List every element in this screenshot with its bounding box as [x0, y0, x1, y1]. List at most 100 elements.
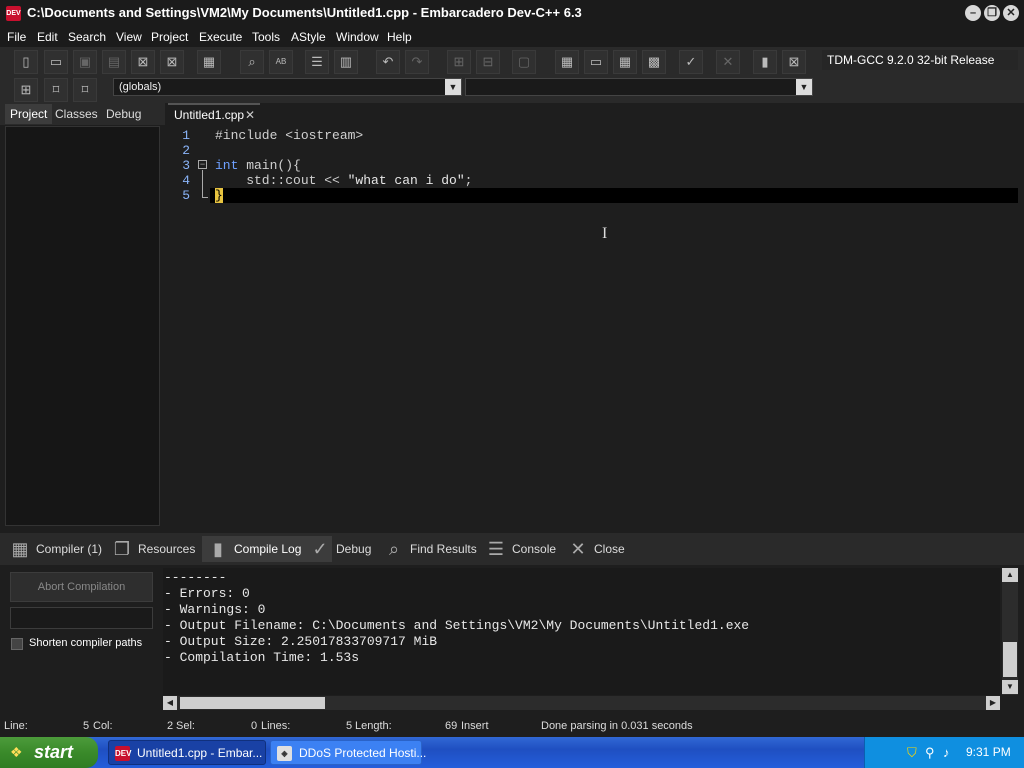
restore-button[interactable]: ❐ — [984, 5, 1000, 21]
chevron-down-icon[interactable]: ▼ — [445, 79, 461, 95]
log-line: - Output Size: 2.25017833709717 MiB — [164, 634, 438, 649]
stop-execution-icon[interactable]: ✕ — [716, 50, 740, 74]
close-window-button[interactable]: ✕ — [1003, 5, 1019, 21]
status-col-value: 2 — [167, 720, 174, 732]
tab-classes[interactable]: Classes — [50, 104, 103, 124]
log-line: - Errors: 0 — [164, 586, 250, 601]
replace-icon[interactable]: AB — [269, 50, 293, 74]
line-number: 2 — [182, 143, 190, 158]
chart-icon: ▮ — [213, 539, 223, 559]
status-length-label: Length: — [355, 720, 392, 732]
clock: 9:31 PM — [966, 745, 1011, 759]
scroll-left-icon[interactable]: ◀ — [163, 696, 177, 710]
status-lines-value: 5 — [346, 720, 353, 732]
taskbar-devcpp-label: Untitled1.cpp - Embar... — [137, 746, 263, 760]
scroll-up-icon[interactable]: ▲ — [1002, 568, 1018, 582]
rebuild-icon[interactable]: ▩ — [642, 50, 666, 74]
print-icon[interactable]: ▦ — [197, 50, 221, 74]
menu-edit[interactable]: Edit — [37, 30, 58, 44]
status-length-value: 69 — [445, 720, 458, 732]
tab-project[interactable]: Project — [5, 104, 53, 124]
delete-profile-icon[interactable]: ⊠ — [782, 50, 806, 74]
devcpp-app-icon[interactable]: DEV — [6, 6, 21, 21]
compile-run-icon[interactable]: ▦ — [613, 50, 637, 74]
globals-select[interactable]: (globals) — [113, 78, 462, 96]
toggle-comment-icon[interactable]: ▥ — [334, 50, 358, 74]
code-main-signature: main(){ — [238, 158, 301, 173]
check-icon: ✓ — [312, 539, 328, 559]
menu-astyle[interactable]: AStyle — [291, 30, 326, 44]
tab-console-label: Console — [512, 542, 557, 556]
indent-icon[interactable]: ☰ — [305, 50, 329, 74]
code-semicolon: ; — [464, 173, 473, 188]
status-lines-label: Lines: — [261, 720, 291, 732]
syntax-check-icon[interactable]: ✓ — [679, 50, 703, 74]
chevron-down-icon[interactable]: ▼ — [796, 79, 812, 95]
log-line: - Compilation Time: 1.53s — [164, 650, 360, 665]
status-bar — [0, 716, 1024, 736]
save-icon[interactable]: ▣ — [73, 50, 97, 74]
horizontal-scroll-thumb[interactable] — [180, 697, 325, 709]
windows-flag-icon: ❖ — [10, 744, 23, 760]
bookmark-icon[interactable]: ⌑ — [44, 78, 68, 102]
volume-icon[interactable]: ♪ — [943, 745, 950, 760]
code-line-4: std::cout << "what can i do"; — [215, 173, 472, 188]
menu-project[interactable]: Project — [151, 30, 188, 44]
close-icon[interactable]: ✕ — [245, 108, 255, 122]
shorten-paths-checkbox[interactable] — [11, 638, 23, 650]
project-tree[interactable] — [5, 126, 160, 526]
remove-from-project-icon[interactable]: ⊟ — [476, 50, 500, 74]
taskbar-devcpp[interactable]: DEV Untitled1.cpp - Embar... — [108, 740, 266, 765]
menu-tools[interactable]: Tools — [252, 30, 280, 44]
code-cout: std::cout << — [215, 173, 348, 188]
menu-window[interactable]: Window — [336, 30, 379, 44]
close-all-icon[interactable]: ⊠ — [160, 50, 184, 74]
scroll-right-icon[interactable]: ▶ — [986, 696, 1000, 710]
profile-icon[interactable]: ▮ — [753, 50, 777, 74]
line-number: 5 — [182, 188, 190, 203]
members-select[interactable] — [465, 78, 813, 96]
close-panel-button[interactable]: ✕ Close — [562, 536, 660, 562]
open-folder-icon[interactable]: ▭ — [44, 50, 68, 74]
run-icon[interactable]: ▭ — [584, 50, 608, 74]
vertical-scroll-thumb[interactable] — [1003, 642, 1017, 677]
keyword-int: int — [215, 158, 239, 173]
code-string-literal: "what can i do" — [347, 173, 465, 188]
search-icon: ⌕ — [388, 539, 400, 559]
scroll-down-icon[interactable]: ▼ — [1002, 680, 1018, 694]
line-number: 4 — [182, 173, 190, 188]
find-icon[interactable]: ⌕ — [240, 50, 264, 74]
window-title: C:\Documents and Settings\VM2\My Documen… — [27, 5, 582, 20]
project-options-icon[interactable]: ▢ — [512, 50, 536, 74]
tab-resources-label: Resources — [138, 542, 196, 556]
line-number: 1 — [182, 128, 190, 143]
bookmarks-icon[interactable]: ⌑ — [73, 78, 97, 102]
menu-search[interactable]: Search — [68, 30, 106, 44]
text-cursor-icon: I — [602, 225, 608, 242]
taskbar-browser[interactable]: ◈ DDoS Protected Hosti... — [270, 740, 426, 765]
tab-debug-label: Debug — [336, 542, 372, 556]
line-number: 3 — [182, 158, 190, 173]
abort-compilation-button[interactable]: Abort Compilation — [10, 572, 153, 602]
new-file-icon[interactable]: ▯ — [14, 50, 38, 74]
menu-file[interactable]: File — [7, 30, 26, 44]
network-icon[interactable]: ⚲ — [925, 745, 935, 761]
tab-debug[interactable]: Debug — [101, 104, 146, 124]
minimize-button[interactable]: – — [965, 5, 981, 21]
undo-icon[interactable]: ↶ — [376, 50, 400, 74]
close-file-icon[interactable]: ⊠ — [131, 50, 155, 74]
menu-execute[interactable]: Execute — [199, 30, 242, 44]
fold-toggle-icon[interactable]: − — [198, 160, 207, 169]
compile-icon[interactable]: ▦ — [555, 50, 579, 74]
status-sel-value: 0 — [251, 720, 258, 732]
redo-icon[interactable]: ↷ — [405, 50, 429, 74]
save-all-icon[interactable]: ▤ — [102, 50, 126, 74]
security-shield-icon[interactable]: ⛉ — [907, 745, 917, 761]
add-to-project-icon[interactable]: ⊞ — [447, 50, 471, 74]
goto-icon[interactable]: ⊞ — [14, 78, 38, 102]
compiler-select[interactable]: TDM-GCC 9.2.0 32-bit Release — [822, 50, 1018, 70]
menu-help[interactable]: Help — [387, 30, 412, 44]
menu-view[interactable]: View — [116, 30, 142, 44]
code-line-5-brace: } — [215, 188, 223, 203]
status-insert-mode: Insert — [461, 720, 489, 732]
